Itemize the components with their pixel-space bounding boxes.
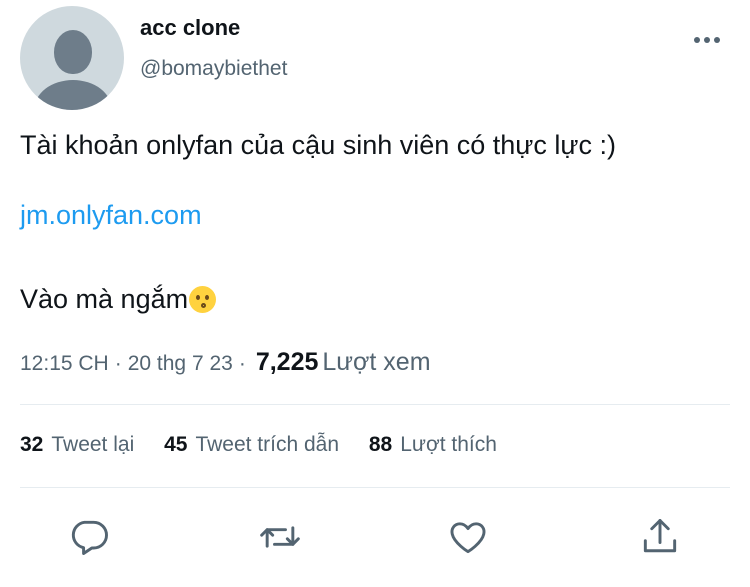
tweet-time[interactable]: 12:15 CH bbox=[20, 352, 109, 375]
retweets-label: Tweet lại bbox=[51, 433, 135, 456]
avatar-head-shape bbox=[54, 30, 92, 74]
views-label: Lượt xem bbox=[322, 348, 431, 376]
like-button[interactable] bbox=[446, 515, 490, 559]
views-count: 7,225 bbox=[255, 348, 319, 376]
tweet-detail: acc clone @bomaybiethet Tài khoản onlyfa… bbox=[0, 0, 750, 587]
display-name[interactable]: acc clone bbox=[140, 15, 240, 41]
tweet-stats: 32 Tweet lại 45 Tweet trích dẫn 88 Lượt thí… bbox=[20, 433, 521, 457]
meta-separator: · bbox=[114, 352, 122, 375]
avatar-body-shape bbox=[34, 80, 112, 110]
retweets-count: 32 bbox=[20, 433, 44, 456]
action-bar bbox=[0, 515, 750, 559]
retweets-stat[interactable]: 32 Tweet lại bbox=[20, 433, 134, 457]
tweet-date[interactable]: 20 thg 7 23 bbox=[128, 352, 233, 375]
share-button[interactable] bbox=[638, 515, 682, 559]
tweet-text: Vào mà ngắm bbox=[20, 284, 189, 314]
more-dot bbox=[714, 37, 720, 43]
divider bbox=[20, 487, 730, 488]
more-options-icon[interactable] bbox=[690, 28, 724, 52]
likes-count: 88 bbox=[368, 433, 393, 456]
reply-icon bbox=[71, 520, 108, 555]
likes-stat[interactable]: 88 Lượt thích bbox=[369, 433, 497, 457]
divider bbox=[20, 404, 730, 405]
tweet-meta: 12:15 CH · 20 thg 7 23 · 7,225 Lượt xem bbox=[20, 348, 431, 377]
retweet-button[interactable] bbox=[258, 515, 302, 559]
retweet-icon bbox=[260, 526, 300, 548]
meta-separator: · bbox=[238, 352, 246, 375]
quotes-count: 45 bbox=[164, 433, 188, 456]
share-icon bbox=[643, 519, 677, 553]
likes-label: Lượt thích bbox=[400, 433, 497, 456]
more-dot bbox=[704, 37, 710, 43]
more-dot bbox=[694, 37, 700, 43]
tweet-text-line: Tài khoản onlyfan của cậu sinh viên có t… bbox=[20, 130, 616, 160]
kissing-face-emoji-icon bbox=[189, 286, 217, 313]
tweet-text-line-with-emoji: Vào mà ngắm bbox=[20, 284, 217, 315]
quotes-stat[interactable]: 45 Tweet trích dẫn bbox=[164, 433, 339, 457]
tweet-link[interactable]: jm.onlyfan.com bbox=[20, 200, 202, 231]
reply-button[interactable] bbox=[68, 515, 112, 559]
heart-icon bbox=[450, 522, 486, 554]
avatar[interactable] bbox=[20, 6, 124, 110]
quotes-label: Tweet trích dẫn bbox=[195, 433, 340, 456]
user-handle[interactable]: @bomaybiethet bbox=[140, 57, 287, 81]
